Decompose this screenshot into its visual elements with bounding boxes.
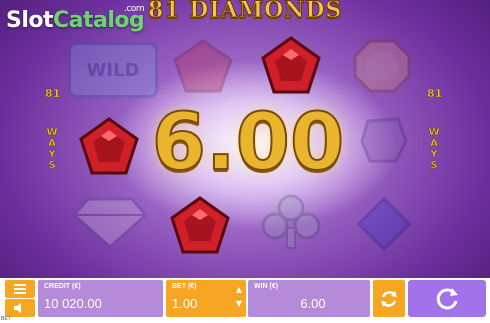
ruby-gem-symbol: [79, 117, 139, 175]
bet-panel[interactable]: BET (€) 1.00 ▲ ▼: [166, 280, 246, 317]
win-label: WIN (€): [254, 283, 279, 290]
logo-com: .com: [124, 4, 145, 14]
logo-slot: Slot: [6, 8, 54, 33]
corner-text: BET: [1, 316, 11, 322]
spin-button[interactable]: [408, 280, 486, 317]
club-gem-symbol: [261, 194, 321, 249]
win-value: 6.00: [300, 296, 326, 311]
ways-letter: A: [48, 138, 56, 149]
speaker-icon: [14, 303, 21, 313]
game-title: 81 DIAMONDS: [147, 0, 343, 24]
wild-symbol: WILD: [68, 42, 158, 98]
spin-icon: [436, 287, 458, 309]
autoplay-icon: [381, 290, 397, 307]
rock-gem-symbol: [360, 117, 408, 163]
diamond-gem-symbol: [71, 197, 149, 250]
ways-label-right: 81 W A Y S: [427, 87, 443, 171]
autoplay-button[interactable]: [373, 280, 405, 317]
sound-button[interactable]: [5, 299, 35, 317]
ways-letter: S: [430, 160, 438, 171]
octagon-gem-symbol: [353, 39, 411, 93]
menu-button[interactable]: [5, 280, 35, 298]
ways-letter: Y: [430, 149, 438, 160]
ways-letter: A: [430, 138, 438, 149]
slotcatalog-logo: SlotCatalog .com: [6, 4, 145, 33]
ways-number: 81: [45, 87, 61, 100]
hamburger-icon: [14, 284, 26, 294]
credit-label: CREDIT (€): [44, 283, 81, 290]
ways-label-left: 81 W A Y S: [45, 87, 61, 171]
ways-letter: S: [48, 160, 56, 171]
bet-label: BET (€): [172, 283, 197, 290]
win-panel: WIN (€) 6.00: [248, 280, 370, 317]
credit-value: 10 020.00: [44, 296, 102, 311]
ways-letter: W: [46, 127, 58, 138]
bet-decrease-icon[interactable]: ▼: [236, 297, 242, 311]
big-win-amount: 6.00: [151, 97, 345, 189]
ruby-gem-symbol: [170, 196, 230, 254]
bet-arrows: ▲ ▼: [236, 283, 242, 311]
game-area: WILD 81 DIAMONDS SlotCatalog .com 81 W A…: [0, 0, 490, 278]
ruby-gem-symbol: [261, 36, 321, 94]
ways-number: 81: [427, 87, 443, 100]
ways-letter: W: [428, 127, 440, 138]
bet-value: 1.00: [172, 296, 198, 311]
bet-increase-icon[interactable]: ▲: [236, 283, 242, 297]
pentagon-gem-symbol: [173, 39, 233, 93]
credit-panel: CREDIT (€) 10 020.00: [38, 280, 163, 317]
blue-gem-symbol: [356, 196, 412, 252]
ways-letter: Y: [48, 149, 56, 160]
